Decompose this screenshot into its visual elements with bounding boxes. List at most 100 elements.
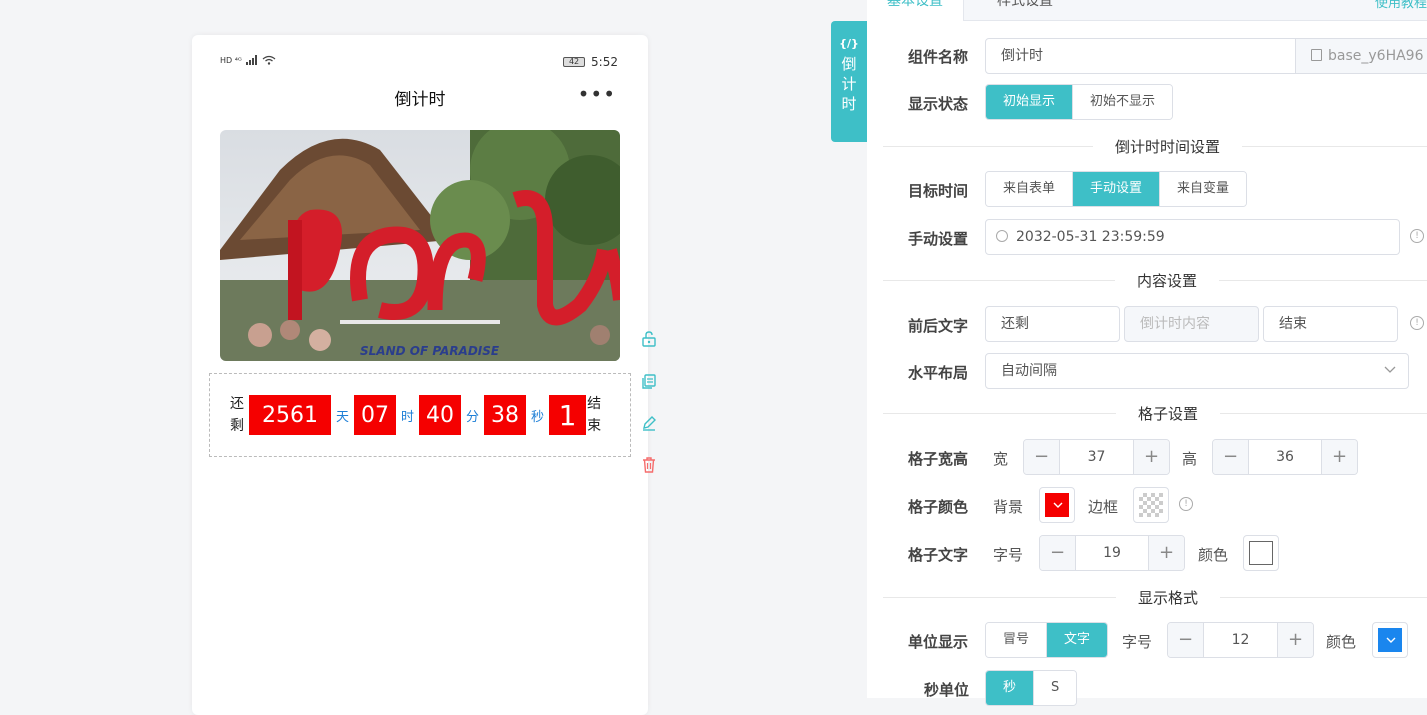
unit-font-size-stepper: − 12 + [1167,622,1314,658]
component-name-label: 组件名称 [908,48,969,66]
target-time-toggle: 来自表单 手动设置 来自变量 [985,171,1248,207]
suffix-text: 结 束 [587,396,602,434]
chevron-down-icon [1386,637,1396,643]
component-toolbar [640,330,662,498]
unit-color-label: 颜色 [1326,633,1357,651]
tab-basic[interactable]: 基本设置 [867,0,964,21]
section-cell-title: 格子设置 [1116,403,1221,424]
unit-color-picker[interactable] [1372,622,1408,658]
font-size-stepper: − 19 + [1039,535,1185,571]
color-label: 颜色 [1198,546,1229,564]
more-menu-icon[interactable]: ••• [578,84,616,104]
display-state-label: 显示状态 [908,95,969,113]
background-label: 背景 [993,498,1024,516]
seconds-cell: 38 [484,395,527,435]
plus-icon[interactable]: + [1133,440,1169,474]
transparent-icon [1139,493,1163,517]
days-cell: 2561 [249,395,331,435]
help-link[interactable]: 使用教程 [1375,0,1427,11]
signal-icon [245,55,257,65]
minus-icon[interactable]: − [1168,623,1204,657]
info-icon[interactable]: ! [1410,229,1424,243]
hours-unit: 时 [401,409,415,425]
info-icon[interactable]: ! [1179,497,1193,511]
option-second-s[interactable]: S [1034,671,1077,705]
font-size-label: 字号 [993,546,1024,564]
banner-image: SLAND OF PARADISE [220,130,620,361]
minus-icon[interactable]: − [1040,536,1076,570]
option-manual[interactable]: 手动设置 [1073,172,1161,206]
option-initial-hide[interactable]: 初始不显示 [1073,85,1173,119]
code-icon: {/} [839,37,859,50]
delete-icon[interactable] [640,456,658,474]
info-icon[interactable]: ! [1410,316,1424,330]
section-content-title: 内容设置 [1115,270,1220,291]
layout-select[interactable]: 自动间隔 [985,353,1409,389]
plus-icon[interactable]: + [1321,440,1357,474]
unit-display-label: 单位显示 [908,633,969,651]
width-label: 宽 [993,450,1009,468]
option-second-cn[interactable]: 秒 [986,671,1035,705]
after-text-input[interactable]: 结束 [1263,306,1398,342]
copy-icon[interactable] [640,372,658,390]
cell-color-label: 格子颜色 [908,498,969,516]
cell-size-label: 格子宽高 [908,450,969,468]
option-initial-show[interactable]: 初始显示 [986,85,1074,119]
layout-label: 水平布局 [908,364,969,382]
edit-icon[interactable] [640,414,658,432]
text-color-picker[interactable] [1243,535,1279,571]
before-text-input[interactable]: 还剩 [985,306,1120,342]
component-name-input[interactable]: 倒计时 [985,38,1297,74]
background-color-picker[interactable] [1039,487,1075,523]
plus-icon[interactable]: + [1277,623,1313,657]
height-label: 高 [1182,450,1198,468]
minutes-unit: 分 [466,409,480,425]
minus-icon[interactable]: − [1213,440,1249,474]
section-time-title: 倒计时时间设置 [1093,136,1243,157]
cell-text-label: 格子文字 [908,546,969,564]
settings-tabs: 基本设置 样式设置 使用教程 [867,0,1427,21]
option-text[interactable]: 文字 [1047,623,1108,657]
minutes-cell: 40 [419,395,462,435]
network-indicator: HD ⁴ᴳ [220,55,242,65]
section-format-title: 显示格式 [1116,587,1221,608]
chevron-down-icon [1384,366,1396,373]
component-tab[interactable]: {/} 倒 计 时 [831,21,867,142]
battery-icon: 42 [563,57,586,67]
plus-icon[interactable]: + [1148,536,1184,570]
clock-icon [996,230,1008,242]
minus-icon[interactable]: − [1024,440,1060,474]
before-after-label: 前后文字 [908,317,969,335]
option-from-form[interactable]: 来自表单 [986,172,1074,206]
unlock-icon[interactable] [640,330,658,348]
hours-cell: 07 [354,395,397,435]
wifi-icon [262,55,276,65]
display-state-toggle: 初始显示 初始不显示 [985,84,1174,120]
seconds-unit: 秒 [531,409,545,425]
target-time-label: 目标时间 [908,182,969,200]
second-unit-toggle: 秒 S [985,670,1078,706]
copy-icon[interactable] [1311,49,1322,61]
second-unit-label: 秒单位 [924,681,970,699]
width-stepper: − 37 + [1023,439,1170,475]
countdown-component[interactable]: 还 剩 2561 天 07 时 40 分 38 秒 1 结 束 [209,373,631,457]
settings-panel: 基本设置 样式设置 使用教程 组件名称 倒计时 base_y6HA96 显示状态… [867,0,1427,706]
content-placeholder-input: 倒计时内容 [1124,306,1259,342]
clock: 5:52 [591,55,618,69]
tenths-cell: 1 [549,395,587,435]
manual-time-label: 手动设置 [908,230,969,248]
border-label: 边框 [1088,498,1119,516]
datetime-input[interactable]: 2032-05-31 23:59:59 [985,219,1400,255]
days-unit: 天 [336,409,350,425]
svg-text:SLAND OF PARADISE: SLAND OF PARADISE [360,344,500,358]
height-stepper: − 36 + [1212,439,1358,475]
component-id-field[interactable]: base_y6HA96 [1295,38,1427,74]
status-bar: HD ⁴ᴳ 42 5:52 [220,55,618,69]
option-from-variable[interactable]: 来自变量 [1160,172,1247,206]
chevron-down-icon [1053,502,1063,508]
prefix-text: 还 剩 [230,396,244,434]
option-colon[interactable]: 冒号 [986,623,1048,657]
tab-style[interactable]: 样式设置 [977,0,1073,21]
unit-font-size-label: 字号 [1122,633,1153,651]
border-color-picker[interactable] [1133,487,1169,523]
